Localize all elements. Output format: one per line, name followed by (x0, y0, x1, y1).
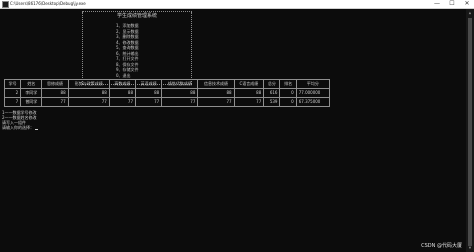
table-row: 7 曾同学 77 77 77 77 77 77 77 539 0 67.3750… (3, 97, 331, 107)
input-prompt-line[interactable]: 请输入你的选择： (2, 125, 38, 130)
table-cell: 曾同学 (20, 97, 43, 107)
table-header-cell: 姓名 (20, 79, 43, 89)
table-cell: 李同学 (20, 88, 43, 98)
table-cell: 0 (279, 88, 297, 98)
text-cursor (35, 129, 38, 130)
console-window: C:\Users\86176\Desktop\Debug\jy.exe — ☐ … (0, 0, 474, 252)
table-cell: 77 (233, 97, 265, 107)
menu-item: 3、删除数据 (116, 34, 139, 39)
table-cell: 88 (108, 88, 137, 98)
menu-item: 9、存储文件 (116, 67, 139, 72)
table-cell: 7 (3, 97, 22, 107)
table-cell: 77 (41, 97, 69, 107)
menu-list: 1、添加数据 2、显示数据 3、删除数据 4、修改数据 5、查询数据 6、统计输… (116, 23, 139, 78)
menu-item: 5、查询数据 (116, 45, 139, 50)
close-button[interactable]: ✕ (460, 0, 474, 8)
score-table: 学号 姓名 思修成绩 形势与政策成绩 高数成绩 英语成绩 线性代数成绩 信息技术… (3, 79, 331, 107)
table-cell: 88 (233, 88, 265, 98)
table-cell: 0 (279, 97, 297, 107)
input-prompt: 请输入你的选择： (2, 125, 34, 130)
table-cell: 539 (263, 97, 281, 107)
maximize-button[interactable]: ☐ (445, 0, 459, 8)
table-cell: 67.375000 (295, 97, 331, 107)
title-bar[interactable]: C:\Users\86176\Desktop\Debug\jy.exe — ☐ … (0, 0, 474, 9)
watermark: CSDN @代码大厦 (421, 243, 462, 249)
vertical-scrollbar[interactable]: ▲ ▼ (466, 9, 474, 252)
console-output[interactable]: 学生成绩管理系统 1、添加数据 2、显示数据 3、删除数据 4、修改数据 5、查… (0, 9, 466, 252)
table-cell: 77 (108, 97, 137, 107)
scroll-up-arrow-icon[interactable]: ▲ (466, 9, 474, 17)
table-header-row: 学号 姓名 思修成绩 形势与政策成绩 高数成绩 英语成绩 线性代数成绩 信息技术… (3, 79, 331, 89)
table-cell: 88 (67, 88, 110, 98)
table-header-cell: 英语成绩 (134, 79, 163, 89)
menu-box-left-border (82, 12, 83, 84)
scrollbar-thumb[interactable] (468, 18, 472, 246)
table-header-cell: 线性代数成绩 (161, 79, 199, 89)
table-header-cell: 思修成绩 (41, 79, 69, 89)
table-header-cell: 总分 (263, 79, 281, 89)
table-cell: 88 (41, 88, 69, 98)
table-header-cell: 平均分 (295, 79, 331, 89)
console-app-icon (2, 1, 9, 8)
prompt-block: 1——数据学号修改 2——数据姓名修改 请写入一组件 请输入你的选择： (2, 110, 38, 130)
scroll-down-arrow-icon[interactable]: ▼ (466, 244, 474, 252)
table-cell: 88 (197, 88, 235, 98)
table-cell: 616 (263, 88, 281, 98)
table-cell: 77 (197, 97, 235, 107)
minimize-button[interactable]: — (430, 0, 444, 8)
table-header-cell: C语言成绩 (233, 79, 265, 89)
table-cell: 77 (67, 97, 110, 107)
table-cell: 88 (161, 88, 199, 98)
table-cell: 77 (134, 97, 163, 107)
table-header-cell: 信息技术成绩 (197, 79, 235, 89)
window-title: C:\Users\86176\Desktop\Debug\jy.exe (10, 1, 86, 6)
table-cell: 88 (134, 88, 163, 98)
table-header-cell: 学号 (3, 79, 22, 89)
table-row: 2 李同学 88 88 88 88 88 88 88 616 0 77.0000… (3, 88, 331, 98)
table-header-cell: 排名 (279, 79, 297, 89)
table-cell: 77 (161, 97, 199, 107)
menu-item: 0、退出 (116, 72, 131, 78)
table-header-cell: 形势与政策成绩 (67, 79, 110, 89)
table-cell: 77.000000 (295, 88, 331, 98)
menu-box: 学生成绩管理系统 1、添加数据 2、显示数据 3、删除数据 4、修改数据 5、查… (82, 11, 192, 85)
table-header-cell: 高数成绩 (108, 79, 137, 89)
menu-box-right-border (191, 12, 192, 84)
menu-item: 1、添加数据 (116, 23, 139, 28)
table-cell: 2 (3, 88, 22, 98)
menu-title: 学生成绩管理系统 (116, 13, 157, 19)
menu-item: 7、打开文件 (116, 56, 139, 61)
